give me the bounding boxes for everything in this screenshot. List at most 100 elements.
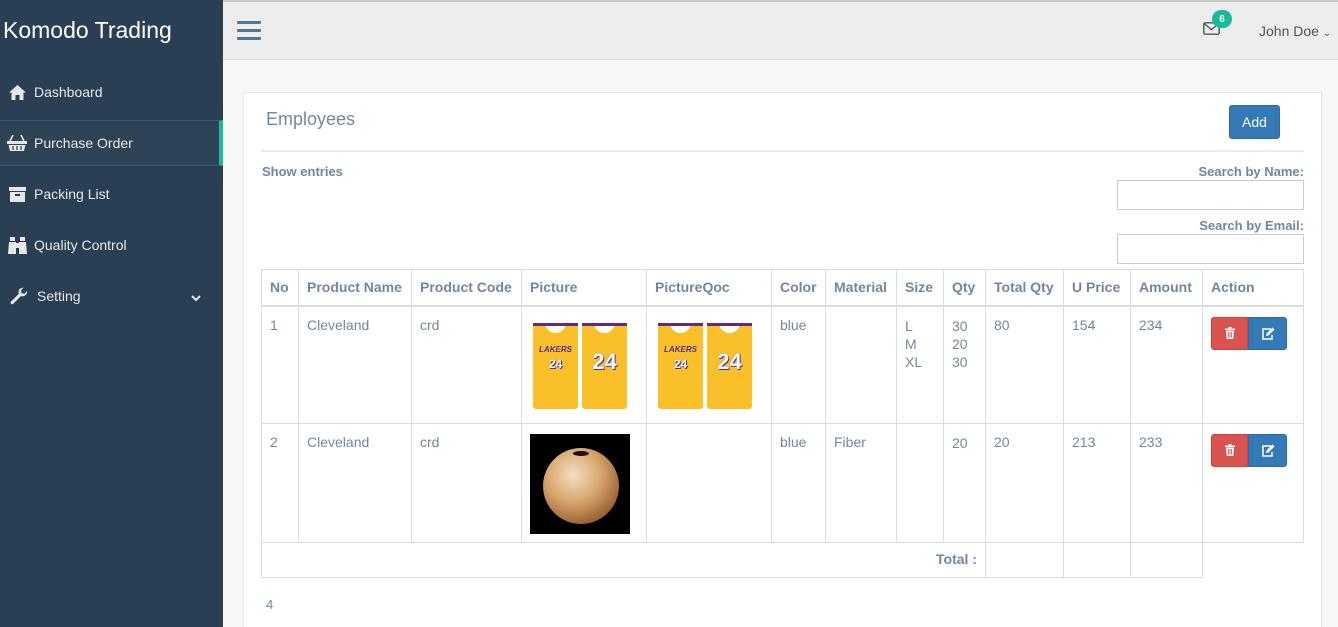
qty-value: 20 bbox=[952, 434, 968, 451]
cell-u-price: 213 bbox=[1063, 422, 1131, 543]
cell-material bbox=[825, 305, 897, 424]
chevron-down-icon bbox=[191, 289, 201, 305]
cell-u-price: 154 bbox=[1063, 305, 1131, 424]
cell-size: L M XL bbox=[896, 305, 944, 424]
jersey-image: LAKERS 24 24 bbox=[530, 316, 630, 415]
vase-image bbox=[530, 433, 630, 534]
show-entries-label: Show entries bbox=[262, 164, 343, 179]
edit-button[interactable] bbox=[1248, 316, 1287, 350]
column-header[interactable]: Color bbox=[771, 269, 826, 307]
sidebar-item-setting[interactable]: Setting bbox=[0, 273, 223, 319]
products-table: No Product Name Product Code Picture Pic… bbox=[261, 269, 1304, 578]
sidebar: Komodo Trading Dashboard Purchase Order … bbox=[0, 0, 223, 627]
brand-title[interactable]: Komodo Trading bbox=[0, 0, 223, 62]
sidebar-item-quality-control[interactable]: Quality Control bbox=[0, 222, 223, 268]
archive-icon bbox=[0, 186, 34, 202]
jersey-number: 24 bbox=[592, 348, 617, 374]
table-row: 1 Cleveland crd LAKERS 24 24 LAKERS 24 24 … bbox=[261, 305, 1304, 424]
cell-no: 2 bbox=[261, 422, 299, 543]
column-header[interactable]: Total Qty bbox=[985, 269, 1064, 307]
jersey-number: 24 bbox=[673, 356, 688, 371]
edit-icon bbox=[1261, 444, 1274, 457]
menu-toggle-icon[interactable] bbox=[237, 21, 261, 41]
cell-size bbox=[896, 422, 944, 543]
user-menu[interactable]: John Doe ⌄ bbox=[1259, 23, 1331, 39]
delete-button[interactable] bbox=[1211, 433, 1248, 467]
jersey-text: LAKERS bbox=[664, 344, 697, 354]
search-name-input[interactable] bbox=[1117, 180, 1304, 210]
chevron-down-icon: ⌄ bbox=[1322, 28, 1332, 39]
wrench-icon bbox=[0, 287, 37, 305]
column-header[interactable]: U Price bbox=[1063, 269, 1131, 307]
total-u-price-cell bbox=[1063, 541, 1131, 578]
sidebar-item-label: Purchase Order bbox=[34, 135, 133, 151]
cell-qty: 20 bbox=[943, 422, 986, 543]
edit-button[interactable] bbox=[1248, 433, 1287, 467]
divider bbox=[261, 150, 1304, 152]
column-header[interactable]: Picture bbox=[521, 269, 647, 307]
qty-value: 30 bbox=[952, 317, 968, 334]
table-row: 2 Cleveland crd blue Fiber 20 20 213 233 bbox=[261, 422, 1304, 543]
column-header[interactable]: Material bbox=[825, 269, 897, 307]
add-button[interactable]: Add bbox=[1229, 105, 1280, 139]
search-email-input[interactable] bbox=[1117, 234, 1304, 264]
cell-product-name: Cleveland bbox=[298, 422, 412, 543]
total-qty-cell bbox=[985, 541, 1064, 578]
column-header[interactable]: Amount bbox=[1130, 269, 1203, 307]
cell-action bbox=[1202, 305, 1304, 424]
qty-value: 20 bbox=[952, 335, 968, 352]
jersey-number: 24 bbox=[548, 356, 563, 371]
cell-qty: 30 20 30 bbox=[943, 305, 986, 424]
column-header: Action bbox=[1202, 269, 1304, 307]
user-name: John Doe bbox=[1259, 23, 1319, 39]
cell-product-name: Cleveland bbox=[298, 305, 412, 424]
cell-total-qty: 80 bbox=[985, 305, 1064, 424]
basket-icon bbox=[0, 135, 34, 151]
column-header[interactable]: Size bbox=[896, 269, 944, 307]
cell-picture-qoc: LAKERS 24 24 bbox=[646, 305, 772, 424]
trash-icon bbox=[1224, 444, 1235, 456]
column-header[interactable]: Product Name bbox=[298, 269, 412, 307]
cell-amount: 233 bbox=[1130, 422, 1203, 543]
size-value: M bbox=[905, 335, 917, 352]
sidebar-item-purchase-order[interactable]: Purchase Order bbox=[0, 120, 223, 166]
binoculars-icon bbox=[0, 236, 34, 254]
cell-product-code: crd bbox=[411, 422, 522, 543]
mail-count-badge: 6 bbox=[1212, 10, 1232, 28]
cell-amount: 234 bbox=[1130, 305, 1203, 424]
employees-panel: Employees Add Show entries Search by Nam… bbox=[243, 92, 1322, 627]
cell-material: Fiber bbox=[825, 422, 897, 543]
cell-no: 1 bbox=[261, 305, 299, 424]
delete-button[interactable] bbox=[1211, 316, 1248, 350]
cell-color: blue bbox=[771, 305, 826, 424]
column-header[interactable]: Qty bbox=[943, 269, 986, 307]
total-row: Total : bbox=[261, 541, 1304, 578]
edit-icon bbox=[1261, 327, 1274, 340]
sidebar-item-dashboard[interactable]: Dashboard bbox=[0, 69, 223, 115]
sidebar-item-label: Setting bbox=[37, 288, 81, 304]
row-actions bbox=[1211, 316, 1295, 350]
table-header-row: No Product Name Product Code Picture Pic… bbox=[261, 269, 1304, 307]
jersey-image: LAKERS 24 24 bbox=[655, 316, 755, 415]
column-header[interactable]: No bbox=[261, 269, 299, 307]
total-amount-cell bbox=[1130, 541, 1203, 578]
column-header[interactable]: Product Code bbox=[411, 269, 522, 307]
panel-title: Employees bbox=[266, 109, 356, 129]
sidebar-item-packing-list[interactable]: Packing List bbox=[0, 171, 223, 217]
cell-picture: LAKERS 24 24 bbox=[521, 305, 647, 424]
cell-color: blue bbox=[771, 422, 826, 543]
cell-picture bbox=[521, 422, 647, 543]
sidebar-item-label: Dashboard bbox=[34, 84, 103, 100]
jersey-number: 24 bbox=[717, 348, 742, 374]
pagination-page[interactable]: 4 bbox=[266, 597, 273, 612]
jersey-text: LAKERS bbox=[539, 344, 572, 354]
cell-product-code: crd bbox=[411, 305, 522, 424]
total-label: Total : bbox=[261, 541, 986, 578]
home-icon bbox=[0, 84, 34, 100]
cell-action bbox=[1202, 422, 1304, 543]
sidebar-item-label: Quality Control bbox=[34, 237, 127, 253]
search-name-label: Search by Name: bbox=[1198, 164, 1305, 179]
column-header[interactable]: PictureQoc bbox=[646, 269, 772, 307]
qty-value: 30 bbox=[952, 353, 968, 370]
size-value: XL bbox=[905, 353, 923, 370]
